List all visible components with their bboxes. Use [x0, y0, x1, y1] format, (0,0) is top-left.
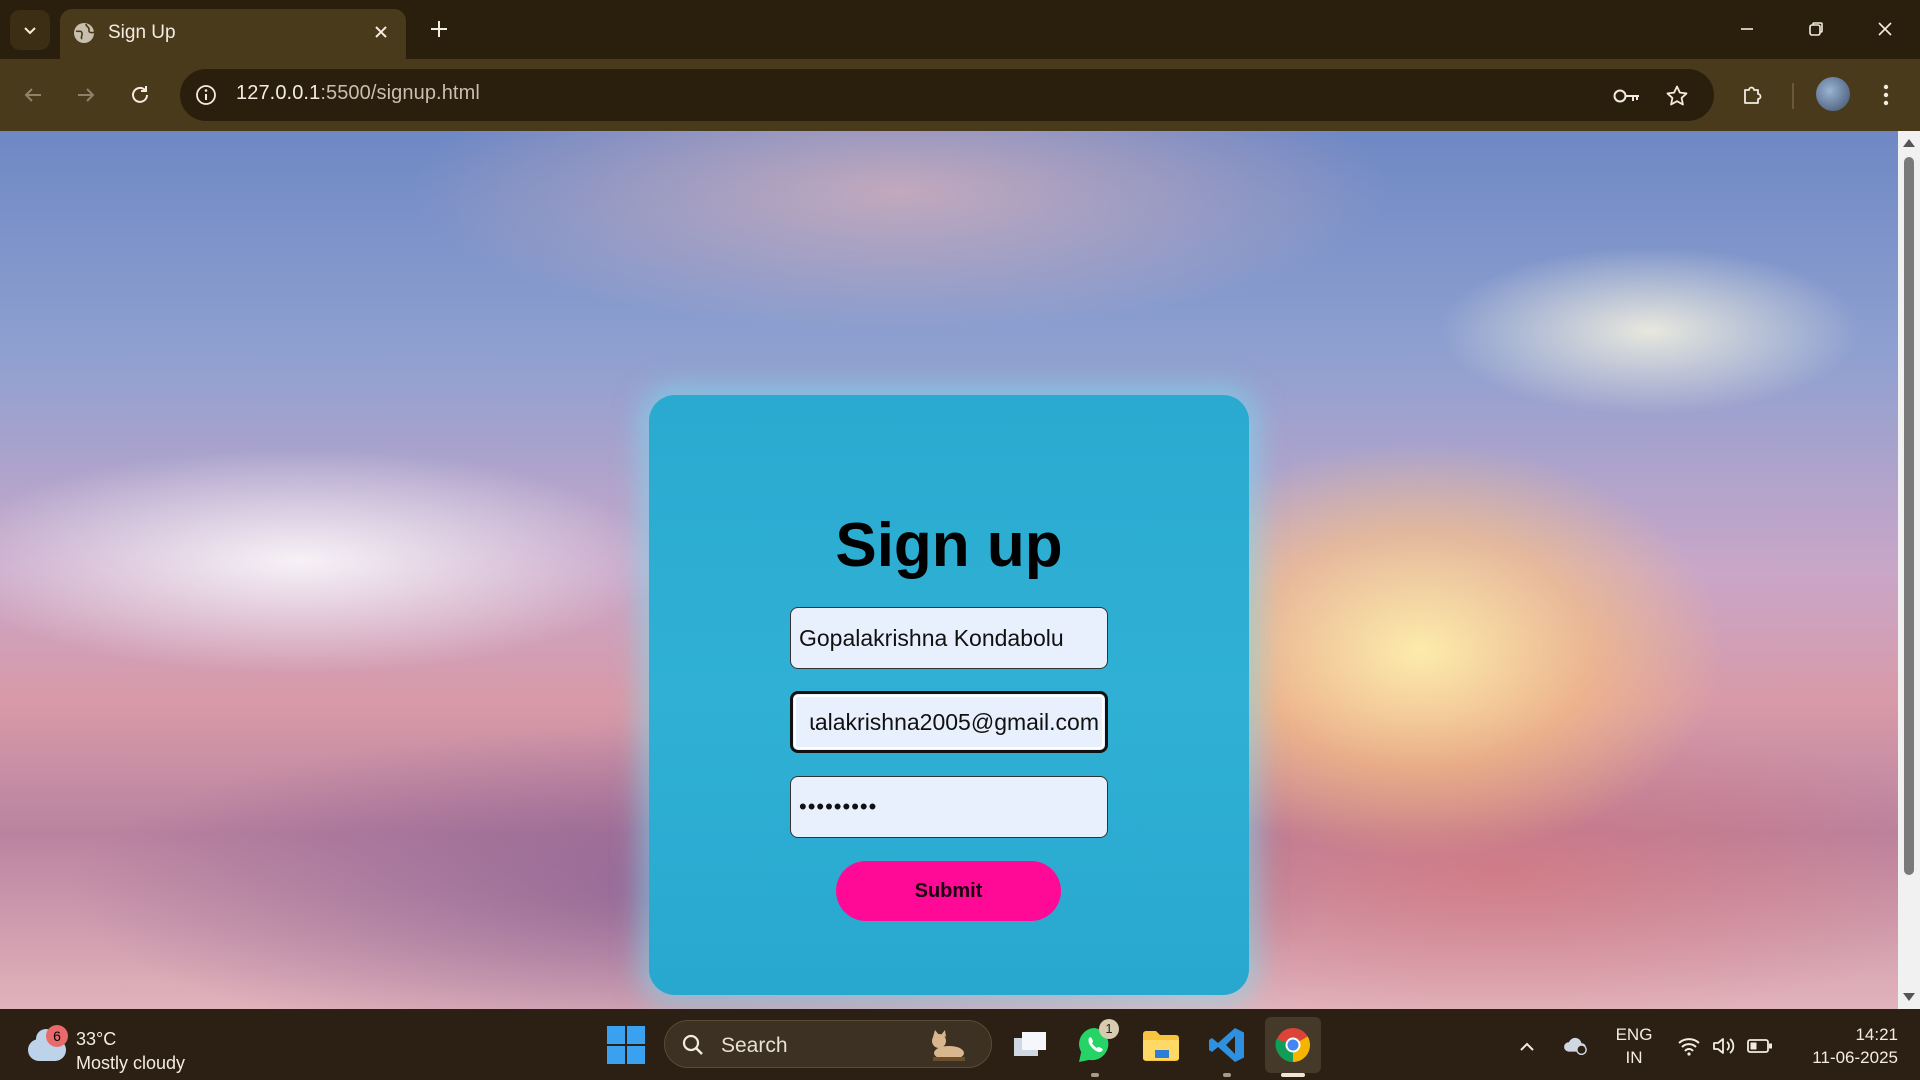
windows-logo-tile — [627, 1026, 645, 1044]
weather-widget[interactable]: 6 33°C Mostly cloudy — [24, 1019, 204, 1073]
puzzle-icon — [1744, 86, 1762, 104]
clock-date: 11-06-2025 — [1812, 1048, 1898, 1067]
key-icon — [1613, 89, 1639, 103]
email-input[interactable]: ɩalakrishna2005@gmail.com — [790, 691, 1108, 753]
plus-icon — [431, 21, 447, 37]
chrome-app[interactable] — [1265, 1017, 1321, 1077]
bookmark-button[interactable] — [1662, 81, 1692, 111]
scroll-up-arrow-icon[interactable] — [1903, 139, 1915, 147]
browser-tab-bar: Sign Up — [0, 0, 1920, 59]
language-code: ENG — [1615, 1025, 1653, 1044]
battery-icon — [1747, 1039, 1772, 1053]
start-button[interactable] — [607, 1026, 645, 1064]
wifi-icon — [1678, 1038, 1700, 1056]
weather-temperature: 33°C — [76, 1029, 117, 1049]
speaker-icon — [1713, 1038, 1735, 1054]
taskbar-clock[interactable]: 14:21 11-06-2025 — [1790, 1023, 1898, 1069]
info-icon — [196, 85, 216, 105]
chevron-up-icon — [1520, 1042, 1534, 1051]
language-indicator[interactable]: ENG IN — [1612, 1023, 1656, 1069]
scrollbar-thumb[interactable] — [1904, 157, 1914, 875]
battery-tray[interactable] — [1747, 1033, 1773, 1059]
extensions-button[interactable] — [1735, 77, 1771, 113]
task-view-icon — [1014, 1032, 1046, 1056]
page-title: Sign up — [835, 511, 1063, 580]
scroll-down-arrow-icon[interactable] — [1903, 993, 1915, 1001]
page-viewport: Sign up Gopalakrishna Kondabolu ɩalakris… — [0, 131, 1898, 1009]
tab-search-button[interactable] — [10, 10, 50, 50]
address-host: 127.0.0.1 — [236, 82, 321, 104]
folder-icon — [1143, 1031, 1179, 1061]
onedrive-tray[interactable] — [1562, 1033, 1588, 1059]
minimize-icon — [1741, 28, 1753, 30]
chevron-down-icon — [24, 27, 36, 35]
search-icon — [682, 1034, 703, 1055]
weather-badge: 6 — [46, 1025, 68, 1047]
profile-avatar[interactable] — [1816, 77, 1850, 111]
toolbar-divider — [1792, 83, 1794, 109]
restore-button[interactable] — [1793, 10, 1839, 48]
browser-tab-active[interactable]: Sign Up — [60, 9, 406, 59]
file-explorer-app[interactable] — [1139, 1023, 1183, 1067]
reload-icon — [132, 86, 148, 103]
minimize-button[interactable] — [1724, 10, 1770, 48]
password-manager-button[interactable] — [1612, 81, 1642, 111]
address-path: :5500/signup.html — [320, 82, 480, 104]
cloud-sync-icon — [1564, 1037, 1587, 1056]
arrow-left-icon — [24, 88, 41, 102]
running-indicator — [1281, 1073, 1305, 1077]
wifi-tray[interactable] — [1676, 1033, 1702, 1059]
region-code: IN — [1625, 1048, 1643, 1067]
forward-button[interactable] — [68, 77, 104, 113]
task-view-button[interactable] — [1008, 1023, 1052, 1067]
arrow-right-icon — [78, 88, 95, 102]
password-input[interactable]: ••••••••• — [790, 776, 1108, 838]
globe-icon — [74, 23, 95, 43]
browser-toolbar: 127.0.0.1:5500/signup.html — [0, 59, 1920, 131]
address-url: 127.0.0.1:5500/signup.html — [236, 82, 480, 105]
weather-condition: Mostly cloudy — [76, 1053, 186, 1073]
page-scrollbar[interactable] — [1898, 131, 1920, 1009]
vscode-app[interactable] — [1205, 1023, 1249, 1077]
restore-icon — [1809, 22, 1823, 36]
windows-logo-tile — [627, 1046, 645, 1064]
whatsapp-badge: 1 — [1099, 1019, 1119, 1039]
menu-button[interactable] — [1868, 77, 1904, 113]
name-input[interactable]: Gopalakrishna Kondabolu — [790, 607, 1108, 669]
address-bar[interactable]: 127.0.0.1:5500/signup.html — [180, 69, 1714, 121]
star-icon — [1666, 85, 1688, 106]
reload-button[interactable] — [122, 77, 158, 113]
new-tab-button[interactable] — [424, 14, 454, 44]
close-icon — [375, 26, 387, 38]
chrome-icon — [1275, 1028, 1310, 1062]
windows-logo-tile — [607, 1046, 625, 1064]
windows-taskbar: 6 33°C Mostly cloudy Search 1 ENG IN 14:… — [0, 1009, 1920, 1080]
clock-time: 14:21 — [1855, 1025, 1898, 1044]
windows-logo-tile — [607, 1026, 625, 1044]
taskbar-search[interactable]: Search — [664, 1020, 992, 1068]
tab-title: Sign Up — [108, 22, 176, 43]
vscode-icon — [1209, 1028, 1244, 1062]
show-hidden-icons-button[interactable] — [1514, 1033, 1540, 1059]
site-info-button[interactable] — [192, 81, 220, 109]
running-indicator — [1223, 1073, 1231, 1077]
whatsapp-app[interactable]: 1 — [1073, 1019, 1119, 1077]
signup-card: Sign up Gopalakrishna Kondabolu ɩalakris… — [649, 395, 1249, 995]
taskbar-search-label: Search — [721, 1034, 788, 1057]
more-vertical-icon — [1883, 84, 1889, 106]
back-button[interactable] — [15, 77, 51, 113]
running-indicator — [1091, 1073, 1099, 1077]
cat-illustration-icon — [932, 1030, 965, 1061]
close-icon — [1878, 22, 1892, 36]
submit-button[interactable]: Submit — [836, 861, 1061, 921]
volume-tray[interactable] — [1711, 1033, 1737, 1059]
close-window-button[interactable] — [1862, 10, 1908, 48]
tab-close-button[interactable] — [368, 19, 394, 45]
